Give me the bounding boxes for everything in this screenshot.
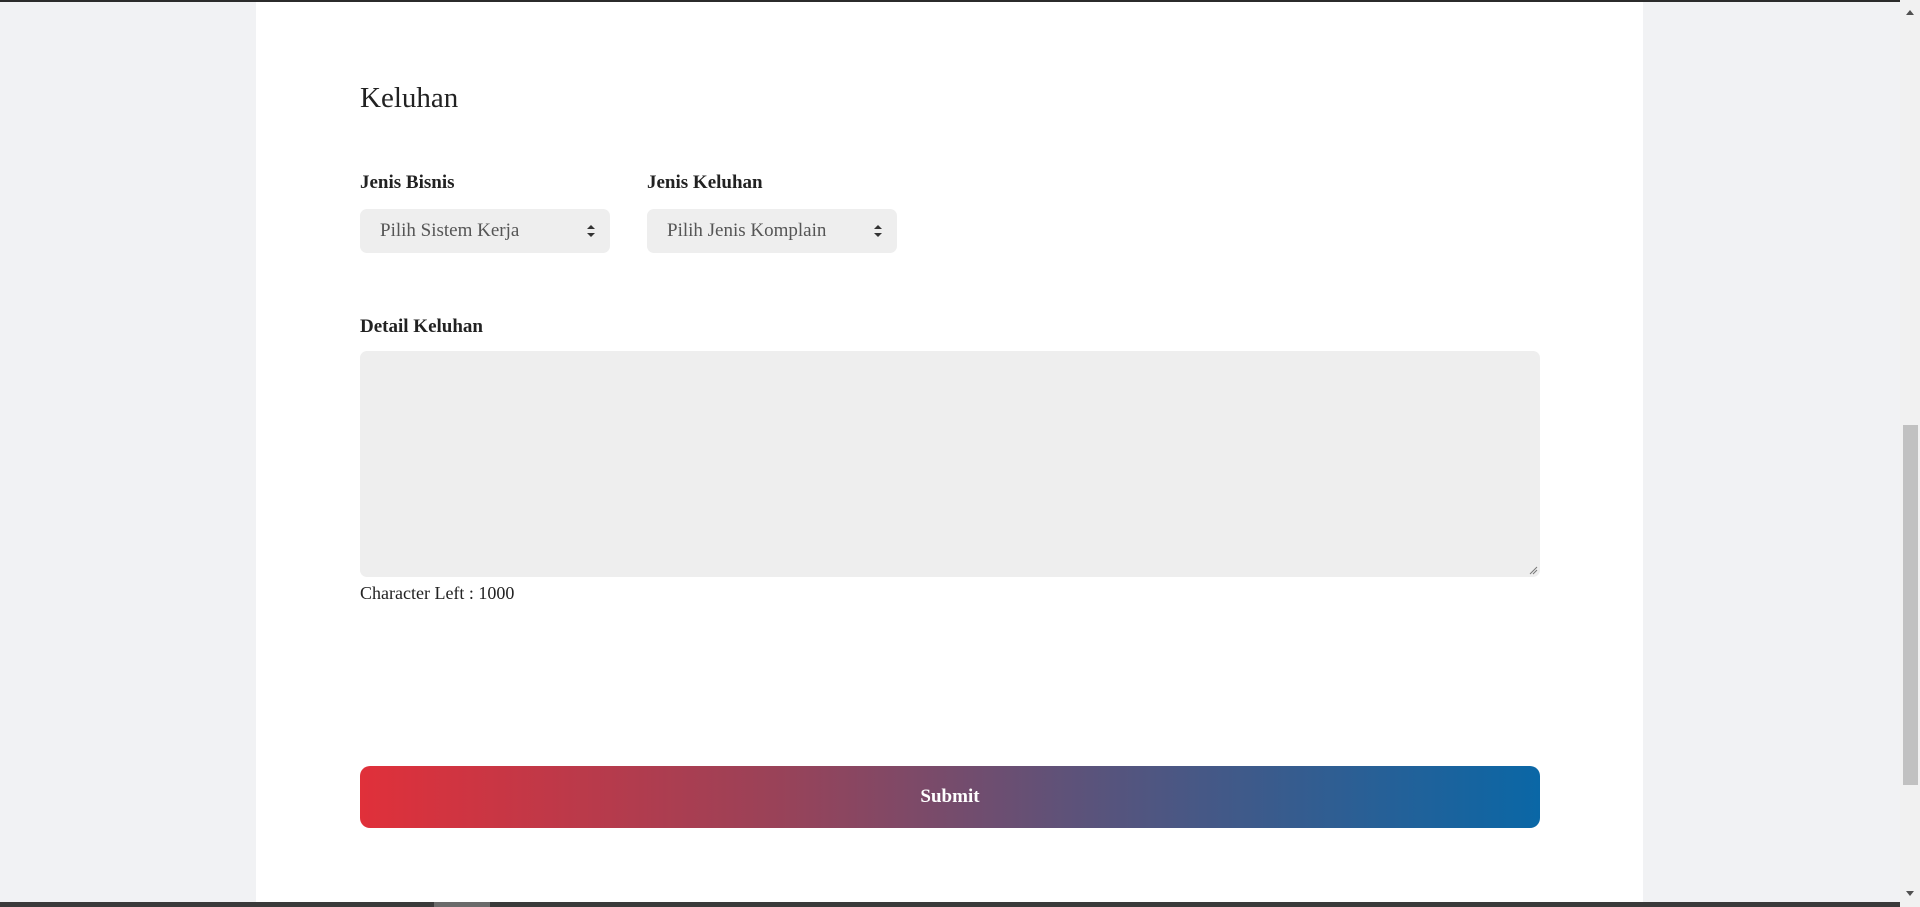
submit-button[interactable]: Submit [360,766,1540,828]
jenis-keluhan-label: Jenis Keluhan [647,172,763,193]
vertical-scrollbar[interactable] [1900,0,1920,907]
jenis-keluhan-select[interactable]: Pilih Jenis Komplain [647,209,897,253]
complaint-form-card: Keluhan Jenis Bisnis Pilih Sistem Kerja … [256,2,1643,902]
jenis-bisnis-select[interactable]: Pilih Sistem Kerja [360,209,610,253]
detail-keluhan-textarea[interactable] [360,351,1540,577]
jenis-bisnis-selected-value: Pilih Sistem Kerja [380,220,520,241]
up-down-caret-icon [874,225,882,237]
submit-button-label: Submit [920,786,980,807]
detail-keluhan-label: Detail Keluhan [360,316,483,337]
horizontal-scrollbar-thumb[interactable] [434,902,490,907]
character-left-counter: Character Left : 1000 [360,583,515,603]
horizontal-scrollbar[interactable] [0,902,1900,907]
jenis-bisnis-label: Jenis Bisnis [360,172,455,193]
up-down-caret-icon [587,225,595,237]
scroll-up-arrow-icon[interactable] [1900,4,1920,20]
form-title: Keluhan [360,82,459,114]
scroll-down-arrow-icon[interactable] [1900,886,1920,902]
jenis-keluhan-selected-value: Pilih Jenis Komplain [667,220,827,241]
resize-grip-icon[interactable] [1528,565,1538,575]
scrollbar-thumb[interactable] [1903,425,1918,785]
